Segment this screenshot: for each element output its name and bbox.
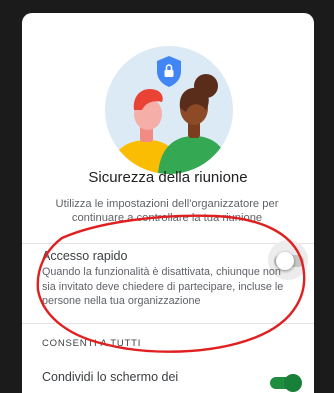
share-screen-label: Condividi lo schermo dei [42,370,179,384]
share-screen-toggle[interactable] [270,374,302,392]
dialog-description: Utilizza le impostazioni dell'organizzat… [55,198,279,224]
quick-access-label: Accesso rapido [42,249,128,263]
toggle-thumb [284,374,302,392]
quick-access-description: Quando la funzionalità è disattivata, ch… [42,266,284,307]
dialog-title: Sicurezza della riunione [88,169,248,186]
meeting-security-illustration [105,46,233,174]
divider [22,243,314,244]
meeting-security-dialog: Sicurezza della riunione Utilizza le imp… [22,13,314,393]
allow-all-section-header: CONSENTI A TUTTI [42,338,142,349]
divider [22,323,314,324]
